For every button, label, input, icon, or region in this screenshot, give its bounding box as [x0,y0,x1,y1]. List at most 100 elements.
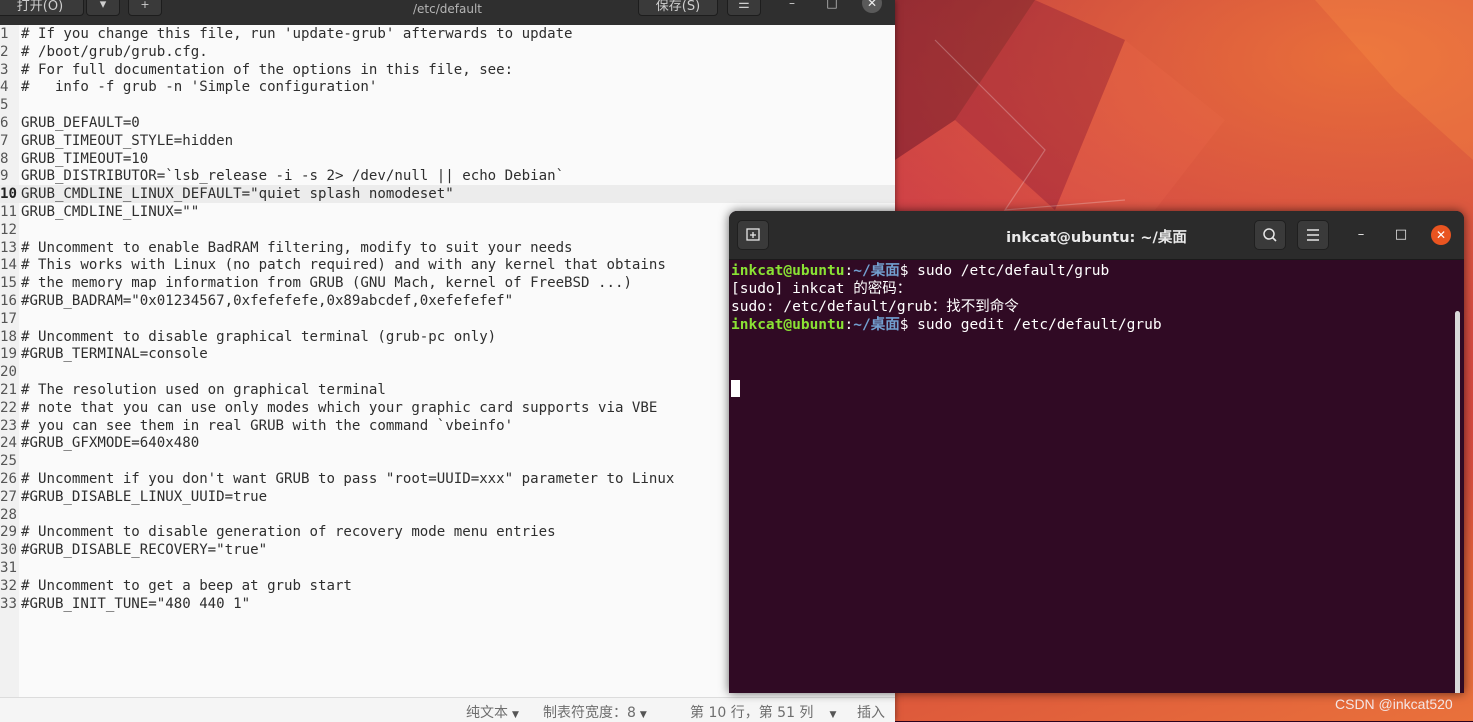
line-number: 32 [0,577,17,594]
close-icon[interactable]: ✕ [1431,225,1451,245]
editor-line[interactable]: 4 # info -f grub -n 'Simple configuration… [0,78,895,96]
line-number: 4 [0,79,9,96]
maximize-icon[interactable]: □ [1391,225,1411,245]
prompt-separator: : [844,263,854,279]
prompt-path: ~/桌面 [853,263,900,279]
line-number: 24 [0,435,17,452]
editor-line[interactable]: 3 # For full documentation of the options… [0,61,895,79]
terminal-command-line: inkcat@ubuntu:~/桌面$ sudo gedit /etc/defa… [731,316,1162,334]
line-text: # Uncomment to disable graphical termina… [21,328,497,345]
terminal-output-line: [sudo] inkcat 的密码： [731,280,911,298]
line-text: # Uncomment if you don't want GRUB to pa… [21,471,675,487]
cursor-position-label: 第 10 行，第 51 列 [690,705,814,721]
line-number: 9 [0,168,9,185]
editor-line[interactable]: 8 GRUB_TIMEOUT=10 [0,150,895,168]
line-text: # /boot/grub/grub.cfg. [21,43,208,60]
line-text: #GRUB_INIT_TUNE="480 440 1" [21,595,251,612]
line-number: 3 [0,61,9,78]
watermark: CSDN @inkcat520 [1335,696,1453,712]
hamburger-icon: ☰ [738,0,750,12]
save-label: 保存(S) [655,0,701,14]
line-number: 18 [0,328,17,345]
terminal-window: inkcat@ubuntu: ~/桌面 – □ ✕ inkcat@ubuntu:… [729,211,1464,693]
status-bar: 纯文本 ▼ 制表符宽度：8 ▼ 第 10 行，第 51 列 ▼ 插入 [0,697,895,722]
line-number: 7 [0,132,9,149]
line-number: 11 [0,204,17,220]
line-text: # you can see them in real GRUB with the… [21,417,514,434]
line-number: 33 [0,595,17,612]
line-text: GRUB_CMDLINE_LINUX="" [21,204,200,220]
line-number: 15 [0,275,17,292]
line-number: 12 [0,221,17,238]
line-text: GRUB_CMDLINE_LINUX_DEFAULT="quiet splash… [21,186,454,203]
line-text: # Uncomment to get a beep at grub start [21,577,352,594]
line-text: GRUB_DEFAULT=0 [21,115,140,131]
maximize-icon[interactable]: □ [822,0,842,14]
line-number: 22 [0,399,17,416]
editor-line[interactable]: 2 # /boot/grub/grub.cfg. [0,43,895,61]
line-text: # If you change this file, run 'update-g… [21,26,573,42]
chevron-down-icon: ▼ [829,710,837,720]
line-number: 19 [0,346,17,363]
line-text: #GRUB_DISABLE_RECOVERY="true" [21,542,268,559]
line-number: 5 [0,97,9,114]
line-number: 8 [0,150,9,167]
line-number: 25 [0,453,17,470]
line-number: 1 [0,26,9,42]
gedit-headerbar: 打开(O) ▾ + /etc/default 保存(S) ☰ – □ ✕ [0,0,895,26]
prompt-separator: : [844,317,854,333]
editor-line[interactable]: 7 GRUB_TIMEOUT_STYLE=hidden [0,132,895,150]
line-text: # note that you can use only modes which… [21,399,658,416]
terminal-headerbar: inkcat@ubuntu: ~/桌面 – □ ✕ [729,211,1464,260]
terminal-output-line: sudo: /etc/default/grub：找不到命令 [731,298,1019,316]
line-text: #GRUB_DISABLE_LINUX_UUID=true [21,488,268,505]
line-number: 29 [0,524,17,541]
line-number: 28 [0,506,17,523]
line-number: 30 [0,542,17,559]
line-number: 14 [0,257,17,274]
line-number: 2 [0,43,9,60]
chevron-down-icon: ▼ [512,710,519,720]
cursor-position[interactable]: 第 10 行，第 51 列 ▼ [690,702,836,722]
output-text: [sudo] inkcat 的密码： [731,281,912,297]
line-number: 6 [0,115,9,131]
menu-button[interactable]: ☰ [727,0,761,16]
line-text: # the memory map information from GRUB (… [21,275,632,292]
tab-width-selector[interactable]: 制表符宽度：8 ▼ [543,702,647,722]
line-text: # The resolution used on graphical termi… [21,382,386,398]
minimize-icon[interactable]: – [782,0,802,14]
line-text: # This works with Linux (no patch requir… [21,257,666,274]
line-text: #GRUB_BADRAM="0x01234567,0xfefefefe,0x89… [21,293,514,309]
line-number: 13 [0,239,17,256]
line-text: # Uncomment to disable generation of rec… [21,524,556,541]
editor-line[interactable]: 6 GRUB_DEFAULT=0 [0,114,895,132]
terminal-output[interactable]: inkcat@ubuntu:~/桌面$ sudo /etc/default/gr… [729,259,1464,693]
line-text: # Uncomment to enable BadRAM filtering, … [21,239,573,256]
line-text: #GRUB_GFXMODE=640x480 [21,435,200,452]
menu-button[interactable] [1297,220,1329,250]
line-number: 26 [0,471,17,487]
editor-line[interactable]: 5 [0,96,895,114]
output-text: sudo: /etc/default/grub：找不到命令 [731,299,1019,315]
editor-line[interactable]: 9 GRUB_DISTRIBUTOR=`lsb_release -i -s 2> … [0,167,895,185]
line-number: 21 [0,382,17,398]
hamburger-icon [1307,229,1319,241]
editor-line[interactable]: 1 # If you change this file, run 'update-… [0,25,895,43]
terminal-cursor [731,380,740,397]
line-number: 20 [0,364,17,381]
line-text: # info -f grub -n 'Simple configuration' [21,79,378,96]
insert-mode-indicator[interactable]: 插入 [857,702,885,722]
prompt-path: ~/桌面 [853,317,900,333]
save-button[interactable]: 保存(S) [638,0,718,16]
search-button[interactable] [1254,220,1286,250]
minimize-icon[interactable]: – [1351,225,1371,245]
prompt-user: inkcat@ubuntu [731,263,845,279]
line-text: GRUB_TIMEOUT=10 [21,150,149,167]
editor-line[interactable]: 10 GRUB_CMDLINE_LINUX_DEFAULT="quiet spla… [0,185,895,204]
command-text: $ sudo gedit /etc/default/grub [899,317,1162,333]
terminal-command-line: inkcat@ubuntu:~/桌面$ sudo /etc/default/gr… [731,262,1109,280]
terminal-scrollbar[interactable] [1455,311,1460,693]
line-number: 17 [0,310,17,327]
language-selector[interactable]: 纯文本 ▼ [466,702,519,722]
language-label: 纯文本 [466,705,508,721]
